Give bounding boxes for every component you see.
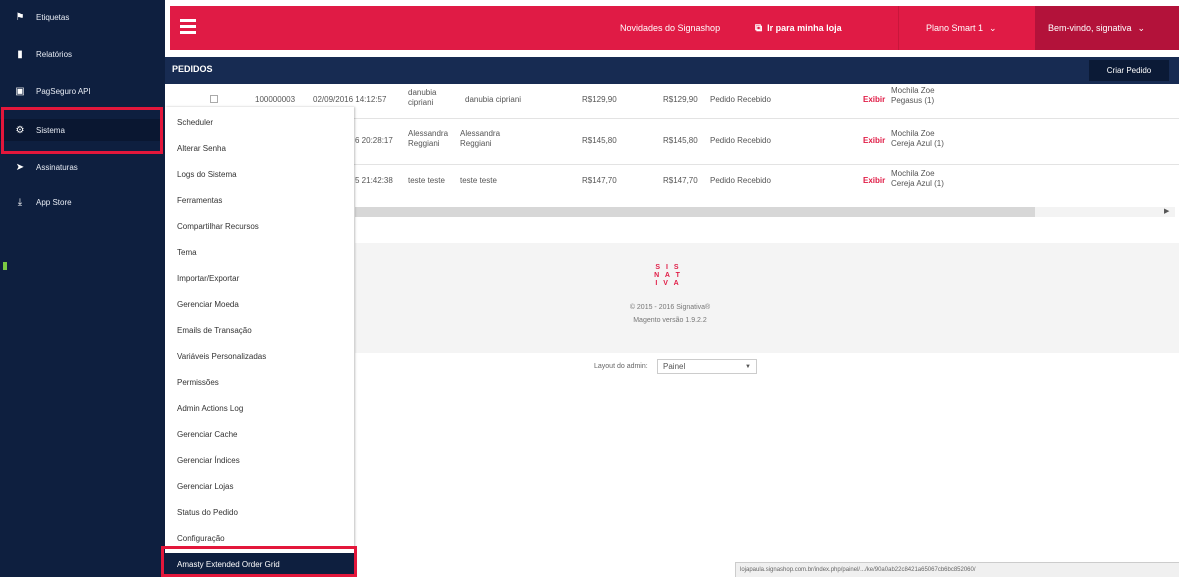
menu-item-currency[interactable]: Gerenciar Moeda	[165, 294, 354, 314]
menu-item-transactional-emails[interactable]: Emails de Transação	[165, 320, 354, 340]
purchased-total: R$129,90	[663, 95, 698, 104]
order-date: 5 21:42:38	[355, 176, 393, 185]
menu-item-tools[interactable]: Ferramentas	[165, 190, 354, 210]
menu-item-stores[interactable]: Gerenciar Lojas	[165, 476, 354, 496]
plan-dropdown[interactable]: Plano Smart 1 ⌄	[926, 6, 997, 50]
view-order-link[interactable]: Exibir	[863, 95, 885, 105]
chevron-down-icon: ⌄	[1137, 22, 1146, 33]
menu-item-import-export[interactable]: Importar/Exportar	[165, 268, 354, 288]
menu-item-change-password[interactable]: Alterar Senha	[165, 138, 354, 158]
sidebar-item-label: Etiquetas	[36, 12, 70, 22]
menu-item-system-logs[interactable]: Logs do Sistema	[165, 164, 354, 184]
sidebar-item-pagseguro[interactable]: ▣ PagSeguro API	[0, 80, 160, 102]
news-link[interactable]: Novidades do Signashop	[620, 6, 720, 50]
magento-version-text: Magento versão 1.9.2.2	[633, 317, 707, 324]
sidebar-item-label: Sistema	[36, 125, 65, 135]
sidebar-item-label: Assinaturas	[36, 162, 78, 172]
menu-item-order-status[interactable]: Status do Pedido	[165, 502, 354, 522]
hamburger-menu-icon[interactable]	[180, 19, 196, 34]
system-dropdown-menu: Scheduler Alterar Senha Logs do Sistema …	[165, 107, 354, 577]
sidebar-item-label: App Store	[36, 197, 72, 207]
sidebar-item-etiquetas[interactable]: ⚑ Etiquetas	[0, 6, 160, 28]
order-status: Pedido Recebido	[710, 95, 771, 104]
send-icon: ➤	[15, 161, 25, 173]
bill-to-name: teste teste	[408, 176, 445, 185]
gear-icon: ⚙	[15, 124, 25, 136]
order-date: 02/09/2016 14:12:57	[313, 95, 387, 104]
user-dropdown[interactable]: Bem-vindo, signativa ⌄	[1048, 6, 1145, 50]
external-link-icon: ⧉	[755, 22, 763, 34]
bill-to-name: Alessandra Reggiani	[408, 129, 449, 148]
menu-item-share-resources[interactable]: Compartilhar Recursos	[165, 216, 354, 236]
bar-chart-icon: ▮	[17, 48, 23, 60]
divider	[898, 6, 899, 50]
footer	[355, 243, 1179, 353]
order-date: 6 20:28:17	[355, 136, 393, 145]
credit-card-icon: ▣	[15, 85, 25, 97]
view-order-link[interactable]: Exibir	[863, 176, 885, 186]
page-title: PEDIDOS	[172, 64, 213, 74]
purchased-total: R$147,70	[663, 176, 698, 185]
create-order-button[interactable]: Criar Pedido	[1089, 60, 1169, 81]
page-header: PEDIDOS Criar Pedido	[165, 57, 1179, 84]
sidebar-item-assinaturas[interactable]: ➤ Assinaturas	[0, 156, 160, 178]
copyright-text: © 2015 - 2016 Signativa®	[629, 304, 711, 311]
signativa-logo: S I SN A TI V A	[654, 264, 682, 287]
menu-item-configuration[interactable]: Configuração	[165, 528, 354, 548]
menu-item-permissions[interactable]: Permissões	[165, 372, 354, 392]
base-total: R$129,90	[582, 95, 617, 104]
go-to-store-link[interactable]: ⧉ Ir para minha loja	[755, 6, 842, 50]
ship-to-name: danubia cipriani	[465, 95, 522, 104]
top-bar: Novidades do Signashop ⧉ Ir para minha l…	[170, 6, 1179, 50]
plan-label: Plano Smart 1	[926, 23, 984, 33]
caret-down-icon: ▼	[745, 363, 751, 370]
product-names: Mochila Zoe Cereja Azul (1)	[891, 129, 944, 148]
bill-to-name: danubia cipriani	[408, 88, 437, 107]
menu-item-admin-actions-log[interactable]: Admin Actions Log	[165, 398, 354, 418]
sidebar-item-sistema[interactable]: ⚙ Sistema	[0, 119, 160, 141]
download-icon: ⤓	[17, 196, 23, 208]
go-to-store-label: Ir para minha loja	[767, 23, 842, 33]
layout-label: Layout do admin:	[594, 363, 648, 370]
welcome-label: Bem-vindo, signativa	[1048, 23, 1132, 33]
layout-select[interactable]: Painel ▼	[657, 359, 757, 374]
menu-item-scheduler[interactable]: Scheduler	[165, 112, 354, 132]
horizontal-scrollbar-track[interactable]	[1035, 207, 1175, 217]
view-order-link[interactable]: Exibir	[863, 136, 885, 146]
layout-select-value: Painel	[663, 362, 686, 371]
bookmark-icon: ⚑	[15, 11, 25, 23]
order-status: Pedido Recebido	[710, 136, 771, 145]
menu-item-indices[interactable]: Gerenciar Índices	[165, 450, 354, 470]
order-number: 100000003	[255, 95, 296, 104]
ship-to-name: Alessandra Reggiani	[460, 129, 501, 148]
order-status: Pedido Recebido	[710, 176, 771, 185]
status-bar-url: lojapaula.signashop.com.br/index.php/pai…	[735, 562, 1179, 577]
sidebar-item-relatorios[interactable]: ▮ Relatórios	[0, 43, 160, 65]
menu-item-custom-variables[interactable]: Variáveis Personalizadas	[165, 346, 354, 366]
base-total: R$145,80	[582, 136, 617, 145]
purchased-total: R$145,80	[663, 136, 698, 145]
row-checkbox[interactable]	[210, 95, 218, 103]
product-names: Mochila Zoe Cereja Azul (1)	[891, 169, 944, 188]
chevron-down-icon: ⌄	[989, 22, 997, 33]
menu-item-theme[interactable]: Tema	[165, 242, 354, 262]
product-names: Mochila Zoe Pegasus (1)	[891, 86, 935, 105]
sidebar: ⚑ Etiquetas ▮ Relatórios ▣ PagSeguro API…	[0, 0, 165, 577]
sidebar-item-label: PagSeguro API	[36, 86, 91, 96]
menu-item-amasty-order-grid[interactable]: Amasty Extended Order Grid	[165, 553, 354, 575]
horizontal-scrollbar-thumb[interactable]	[355, 207, 1035, 217]
base-total: R$147,70	[582, 176, 617, 185]
scroll-right-icon[interactable]: ▶	[1164, 207, 1169, 215]
sidebar-item-label: Relatórios	[36, 49, 73, 59]
sidebar-item-app-store[interactable]: ⤓ App Store	[0, 191, 160, 213]
menu-item-cache[interactable]: Gerenciar Cache	[165, 424, 354, 444]
status-indicator	[3, 262, 7, 270]
ship-to-name: teste teste	[460, 176, 497, 185]
